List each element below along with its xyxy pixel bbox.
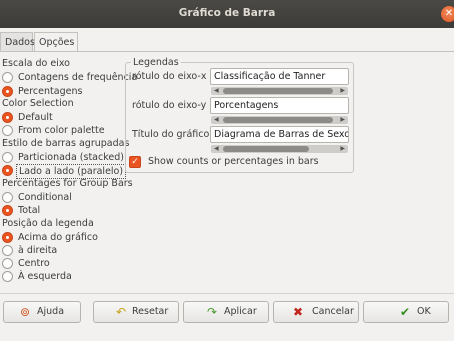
lifebuoy-icon: ⊚ bbox=[19, 305, 31, 319]
radio-button[interactable] bbox=[2, 152, 13, 163]
scroll-left-icon[interactable]: ◀ bbox=[214, 88, 219, 94]
graph-title-caption: Título do gráfico bbox=[132, 129, 210, 140]
radio-label: Contagens de frequência bbox=[18, 72, 138, 83]
tab-divider bbox=[0, 51, 454, 52]
radio-button[interactable] bbox=[2, 125, 13, 136]
radio-button[interactable] bbox=[2, 205, 13, 216]
show-counts-checkbox[interactable]: ✓ bbox=[129, 156, 141, 168]
axis-scale-label: Escala do eixo bbox=[2, 58, 70, 69]
y-axis-label-caption: rótulo do eixo-y bbox=[132, 100, 207, 111]
radio-label: Percentagens bbox=[18, 86, 83, 97]
help-button[interactable]: ⊚ Ajuda bbox=[3, 301, 81, 323]
radio-button[interactable] bbox=[2, 112, 13, 123]
radio-label: Default bbox=[18, 112, 53, 123]
radio-button[interactable] bbox=[2, 232, 13, 243]
radio-button[interactable] bbox=[2, 258, 13, 269]
graph-title-scrollbar[interactable]: ◀ ▶ bbox=[211, 145, 348, 153]
scroll-right-icon[interactable]: ▶ bbox=[340, 146, 345, 152]
radio-button[interactable] bbox=[2, 245, 13, 256]
scroll-right-icon[interactable]: ▶ bbox=[340, 117, 345, 123]
scroll-thumb[interactable] bbox=[223, 117, 333, 123]
scroll-left-icon[interactable]: ◀ bbox=[214, 146, 219, 152]
radio-button[interactable] bbox=[2, 72, 13, 83]
radio-label: Particionada (stacked) bbox=[18, 152, 124, 163]
ok-button[interactable]: ✔ OK bbox=[363, 301, 449, 323]
radio-button[interactable] bbox=[2, 192, 13, 203]
radio-label: Acima do gráfico bbox=[18, 232, 98, 243]
x-axis-label-caption: rótulo do eixo-x bbox=[132, 71, 207, 82]
scroll-thumb[interactable] bbox=[223, 146, 309, 152]
y-axis-label-input[interactable]: Porcentagens bbox=[210, 97, 349, 114]
title-bar: Gráfico de Barra ✕ bbox=[0, 0, 454, 28]
show-counts-label: Show counts or percentages in bars bbox=[148, 156, 319, 167]
close-icon[interactable]: ✕ bbox=[441, 6, 454, 22]
apply-button[interactable]: ↷ Aplicar bbox=[183, 301, 269, 323]
checkmark-icon: ✔ bbox=[399, 305, 411, 319]
radio-label: Conditional bbox=[18, 192, 72, 203]
color-selection-label: Color Selection bbox=[2, 98, 74, 109]
redo-arrow-icon: ↷ bbox=[206, 305, 218, 319]
radio-label: Total bbox=[18, 205, 41, 216]
window-title: Gráfico de Barra bbox=[178, 7, 276, 19]
radio-label: À esquerda bbox=[18, 271, 72, 282]
graph-title-input[interactable]: Diagrama de Barras de Sexo por bbox=[210, 126, 349, 143]
x-axis-scrollbar[interactable]: ◀ ▶ bbox=[211, 87, 348, 95]
scroll-left-icon[interactable]: ◀ bbox=[214, 117, 219, 123]
radio-label: à direita bbox=[18, 245, 58, 256]
radio-button[interactable] bbox=[2, 271, 13, 282]
group-percentages-label: Percentages for Group Bars bbox=[2, 178, 133, 189]
cancel-x-icon: ✖ bbox=[292, 305, 304, 319]
dialog-body: Dados Opções Escala do eixo Contagens de… bbox=[0, 28, 454, 341]
y-axis-scrollbar[interactable]: ◀ ▶ bbox=[211, 116, 348, 124]
radio-label: From color palette bbox=[18, 125, 105, 136]
radio-button[interactable] bbox=[2, 86, 13, 97]
tab-opcoes[interactable]: Opções bbox=[34, 32, 78, 52]
button-separator bbox=[0, 293, 454, 294]
radio-label: Lado a lado (paralelo) bbox=[16, 164, 127, 179]
x-axis-label-input[interactable]: Classificação de Tanner bbox=[210, 68, 349, 85]
grouped-style-label: Estilo de barras agrupadas bbox=[2, 138, 130, 149]
radio-button[interactable] bbox=[2, 165, 13, 176]
undo-arrow-icon: ↶ bbox=[115, 305, 127, 319]
legends-title: Legendas bbox=[131, 57, 181, 68]
cancel-button[interactable]: ✖ Cancelar bbox=[273, 301, 359, 323]
radio-label: Centro bbox=[18, 258, 50, 269]
legend-position-label: Posição da legenda bbox=[2, 218, 94, 229]
scroll-right-icon[interactable]: ▶ bbox=[340, 88, 345, 94]
tab-dados[interactable]: Dados bbox=[0, 32, 35, 52]
scroll-thumb[interactable] bbox=[223, 88, 333, 94]
reset-button[interactable]: ↶ Resetar bbox=[93, 301, 179, 323]
